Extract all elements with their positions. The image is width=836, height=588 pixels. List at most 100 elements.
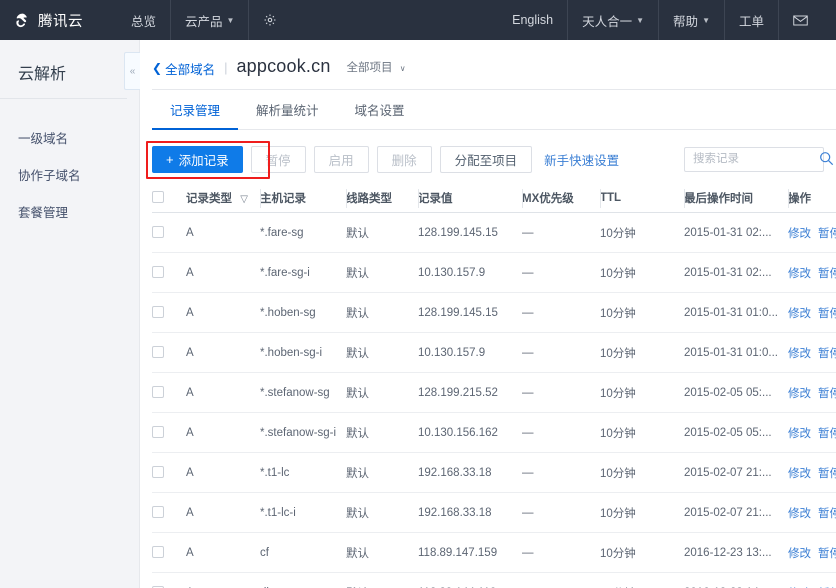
row-checkbox[interactable]	[152, 306, 164, 319]
pause-record-link[interactable]: 暂停	[818, 345, 836, 361]
enable-button[interactable]: 启用	[313, 145, 369, 173]
tab-domain-settings[interactable]: 域名设置	[337, 90, 423, 130]
column-divider	[600, 188, 601, 208]
cell-line: 默认	[346, 492, 418, 533]
add-record-button[interactable]: + 添加记录	[152, 145, 243, 173]
row-action-group: 修改暂停删除	[788, 505, 836, 521]
sidebar-item-primary-domain[interactable]: 一级域名	[0, 119, 139, 156]
edit-record-link[interactable]: 修改	[788, 465, 811, 481]
nav-item-language[interactable]: English	[498, 0, 567, 40]
breadcrumb-back-link[interactable]: ❮ 全部域名	[152, 59, 215, 78]
cell-time: 2015-02-05 05:...	[684, 412, 788, 453]
records-table: 记录类型 ▽ 主机记录 线路类型 记录值 MX优先级 TTL 最后操作时间 操作…	[152, 184, 836, 588]
pause-record-link[interactable]: 暂停	[818, 465, 836, 481]
filter-icon[interactable]: ▽	[240, 194, 248, 205]
edit-record-link[interactable]: 修改	[788, 265, 811, 281]
cell-mx: —	[522, 292, 600, 333]
search-icon[interactable]	[819, 151, 834, 166]
cell-type: A	[186, 452, 260, 493]
project-selector[interactable]: 全部项目 ∨	[347, 59, 406, 75]
tab-record-management[interactable]: 记录管理	[152, 90, 239, 130]
cell-line: 默认	[346, 212, 418, 253]
table-header-row: 记录类型 ▽ 主机记录 线路类型 记录值 MX优先级 TTL 最后操作时间 操作	[152, 184, 836, 213]
pause-button[interactable]: 暂停	[250, 145, 306, 173]
cell-mx: —	[522, 532, 600, 573]
sidebar-item-collab-subdomain[interactable]: 协作子域名	[0, 156, 139, 193]
header-record-type[interactable]: 记录类型 ▽	[186, 184, 260, 213]
nav-item-account[interactable]: 天人合一 ▼	[567, 0, 658, 40]
sidebar-item-package-management[interactable]: 套餐管理	[0, 193, 139, 230]
assign-to-project-button-label: 分配至项目	[454, 153, 518, 168]
cell-ttl: 10分钟	[600, 212, 684, 253]
brand-logo-area[interactable]: 腾讯云	[12, 10, 83, 31]
nav-item-overview-label: 总览	[131, 14, 157, 29]
edit-record-link[interactable]: 修改	[788, 505, 811, 521]
main-content: ❮ 全部域名 | appcook.cn 全部项目 ∨ 记录管理 解析量统计 域名…	[140, 40, 836, 588]
cell-ttl: 10分钟	[600, 252, 684, 293]
table-row: A *.fare-sg 默认 128.199.145.15—10分钟 2015-01-3…	[152, 212, 836, 253]
cell-host: *.fare-sg-i	[260, 252, 346, 293]
tencent-cloud-logo-icon	[12, 10, 33, 31]
delete-button[interactable]: 删除	[376, 145, 432, 173]
cell-mx: —	[522, 252, 600, 293]
cell-value: 10.130.157.9	[418, 252, 522, 293]
row-action-group: 修改暂停删除	[788, 305, 836, 321]
row-checkbox[interactable]	[152, 346, 164, 359]
tab-resolution-stats[interactable]: 解析量统计	[238, 90, 337, 130]
sidebar-collapse-toggle[interactable]: «	[124, 52, 140, 90]
pause-record-link[interactable]: 暂停	[818, 425, 836, 441]
nav-item-settings[interactable]	[248, 0, 291, 40]
header-host-record: 主机记录	[260, 184, 346, 213]
quick-setup-link[interactable]: 新手快速设置	[544, 150, 619, 169]
edit-record-link[interactable]: 修改	[788, 425, 811, 441]
pause-record-link[interactable]: 暂停	[818, 505, 836, 521]
cell-mx: —	[522, 332, 600, 373]
cell-line: 默认	[346, 372, 418, 413]
pause-record-link[interactable]: 暂停	[818, 585, 836, 588]
search-input[interactable]	[684, 146, 824, 172]
chevron-down-icon: ▼	[702, 15, 710, 25]
pause-record-link[interactable]: 暂停	[818, 265, 836, 281]
edit-record-link[interactable]: 修改	[788, 305, 811, 321]
row-action-group: 修改暂停删除	[788, 265, 836, 281]
column-divider	[346, 188, 347, 208]
row-checkbox[interactable]	[152, 386, 164, 399]
cell-mx: —	[522, 492, 600, 533]
edit-record-link[interactable]: 修改	[788, 585, 811, 588]
edit-record-link[interactable]: 修改	[788, 385, 811, 401]
pause-record-link[interactable]: 暂停	[818, 305, 836, 321]
header-last-operation-time-label: 最后操作时间	[684, 192, 753, 205]
edit-record-link[interactable]: 修改	[788, 345, 811, 361]
delete-button-label: 删除	[391, 153, 417, 168]
nav-item-cloud-products[interactable]: 云产品 ▼	[170, 0, 248, 40]
pause-record-link[interactable]: 暂停	[818, 225, 836, 241]
row-select-cell	[152, 372, 186, 413]
nav-item-overview[interactable]: 总览	[117, 0, 170, 40]
cell-host: *.t1-lc	[260, 452, 346, 493]
row-action-group: 修改暂停删除	[788, 465, 836, 481]
header-last-operation-time: 最后操作时间	[684, 184, 788, 213]
nav-item-help[interactable]: 帮助 ▼	[658, 0, 724, 40]
row-checkbox[interactable]	[152, 506, 164, 519]
select-all-checkbox[interactable]	[152, 191, 164, 204]
enable-button-label: 启用	[328, 153, 354, 168]
add-record-button-label: 添加记录	[178, 153, 229, 168]
header-ttl: TTL	[600, 184, 684, 213]
row-checkbox[interactable]	[152, 226, 164, 239]
pause-record-link[interactable]: 暂停	[818, 385, 836, 401]
edit-record-link[interactable]: 修改	[788, 545, 811, 561]
row-checkbox[interactable]	[152, 426, 164, 439]
nav-item-messages[interactable]	[778, 0, 822, 40]
search-box	[684, 146, 834, 172]
row-select-cell	[152, 492, 186, 533]
cell-value: 192.168.33.18	[418, 492, 522, 533]
row-checkbox[interactable]	[152, 546, 164, 559]
cell-type: A	[186, 332, 260, 373]
row-checkbox[interactable]	[152, 466, 164, 479]
edit-record-link[interactable]: 修改	[788, 225, 811, 241]
assign-to-project-button[interactable]: 分配至项目	[439, 145, 533, 173]
cell-actions: 修改暂停删除	[788, 292, 836, 333]
row-checkbox[interactable]	[152, 266, 164, 279]
pause-record-link[interactable]: 暂停	[818, 545, 836, 561]
nav-item-tickets[interactable]: 工单	[723, 0, 778, 40]
